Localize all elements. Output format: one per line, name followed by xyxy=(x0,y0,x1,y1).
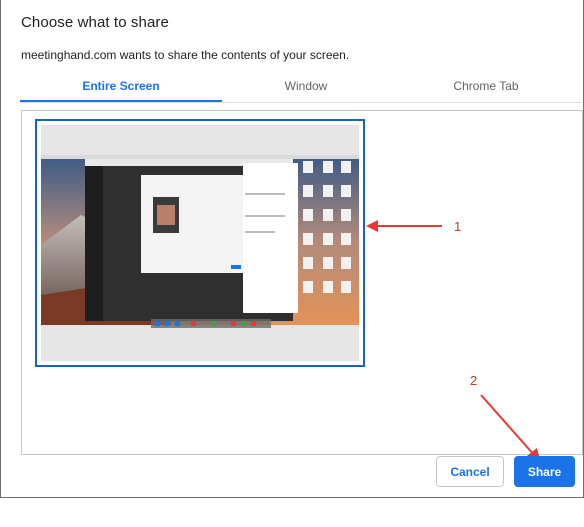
share-source-tabs: Entire Screen Window Chrome Tab xyxy=(20,72,582,103)
annotation-arrow-1 xyxy=(366,220,442,232)
annotation-label-1: 1 xyxy=(454,219,462,234)
screen-preview-image xyxy=(41,155,359,328)
active-tab-indicator xyxy=(20,100,222,102)
tab-entire-screen[interactable]: Entire Screen xyxy=(20,72,222,101)
cancel-button[interactable]: Cancel xyxy=(436,456,504,487)
screen-thumbnail xyxy=(41,125,359,361)
tab-window[interactable]: Window xyxy=(222,72,390,101)
dialog-subtitle: meetinghand.com wants to share the conte… xyxy=(21,48,350,62)
dialog-title: Choose what to share xyxy=(21,14,169,31)
tab-chrome-tab[interactable]: Chrome Tab xyxy=(390,72,582,101)
share-dialog: Choose what to share meetinghand.com wan… xyxy=(0,0,584,498)
annotation-label-2: 2 xyxy=(470,373,478,388)
share-button[interactable]: Share xyxy=(514,456,575,487)
entire-screen-source[interactable] xyxy=(35,119,365,367)
